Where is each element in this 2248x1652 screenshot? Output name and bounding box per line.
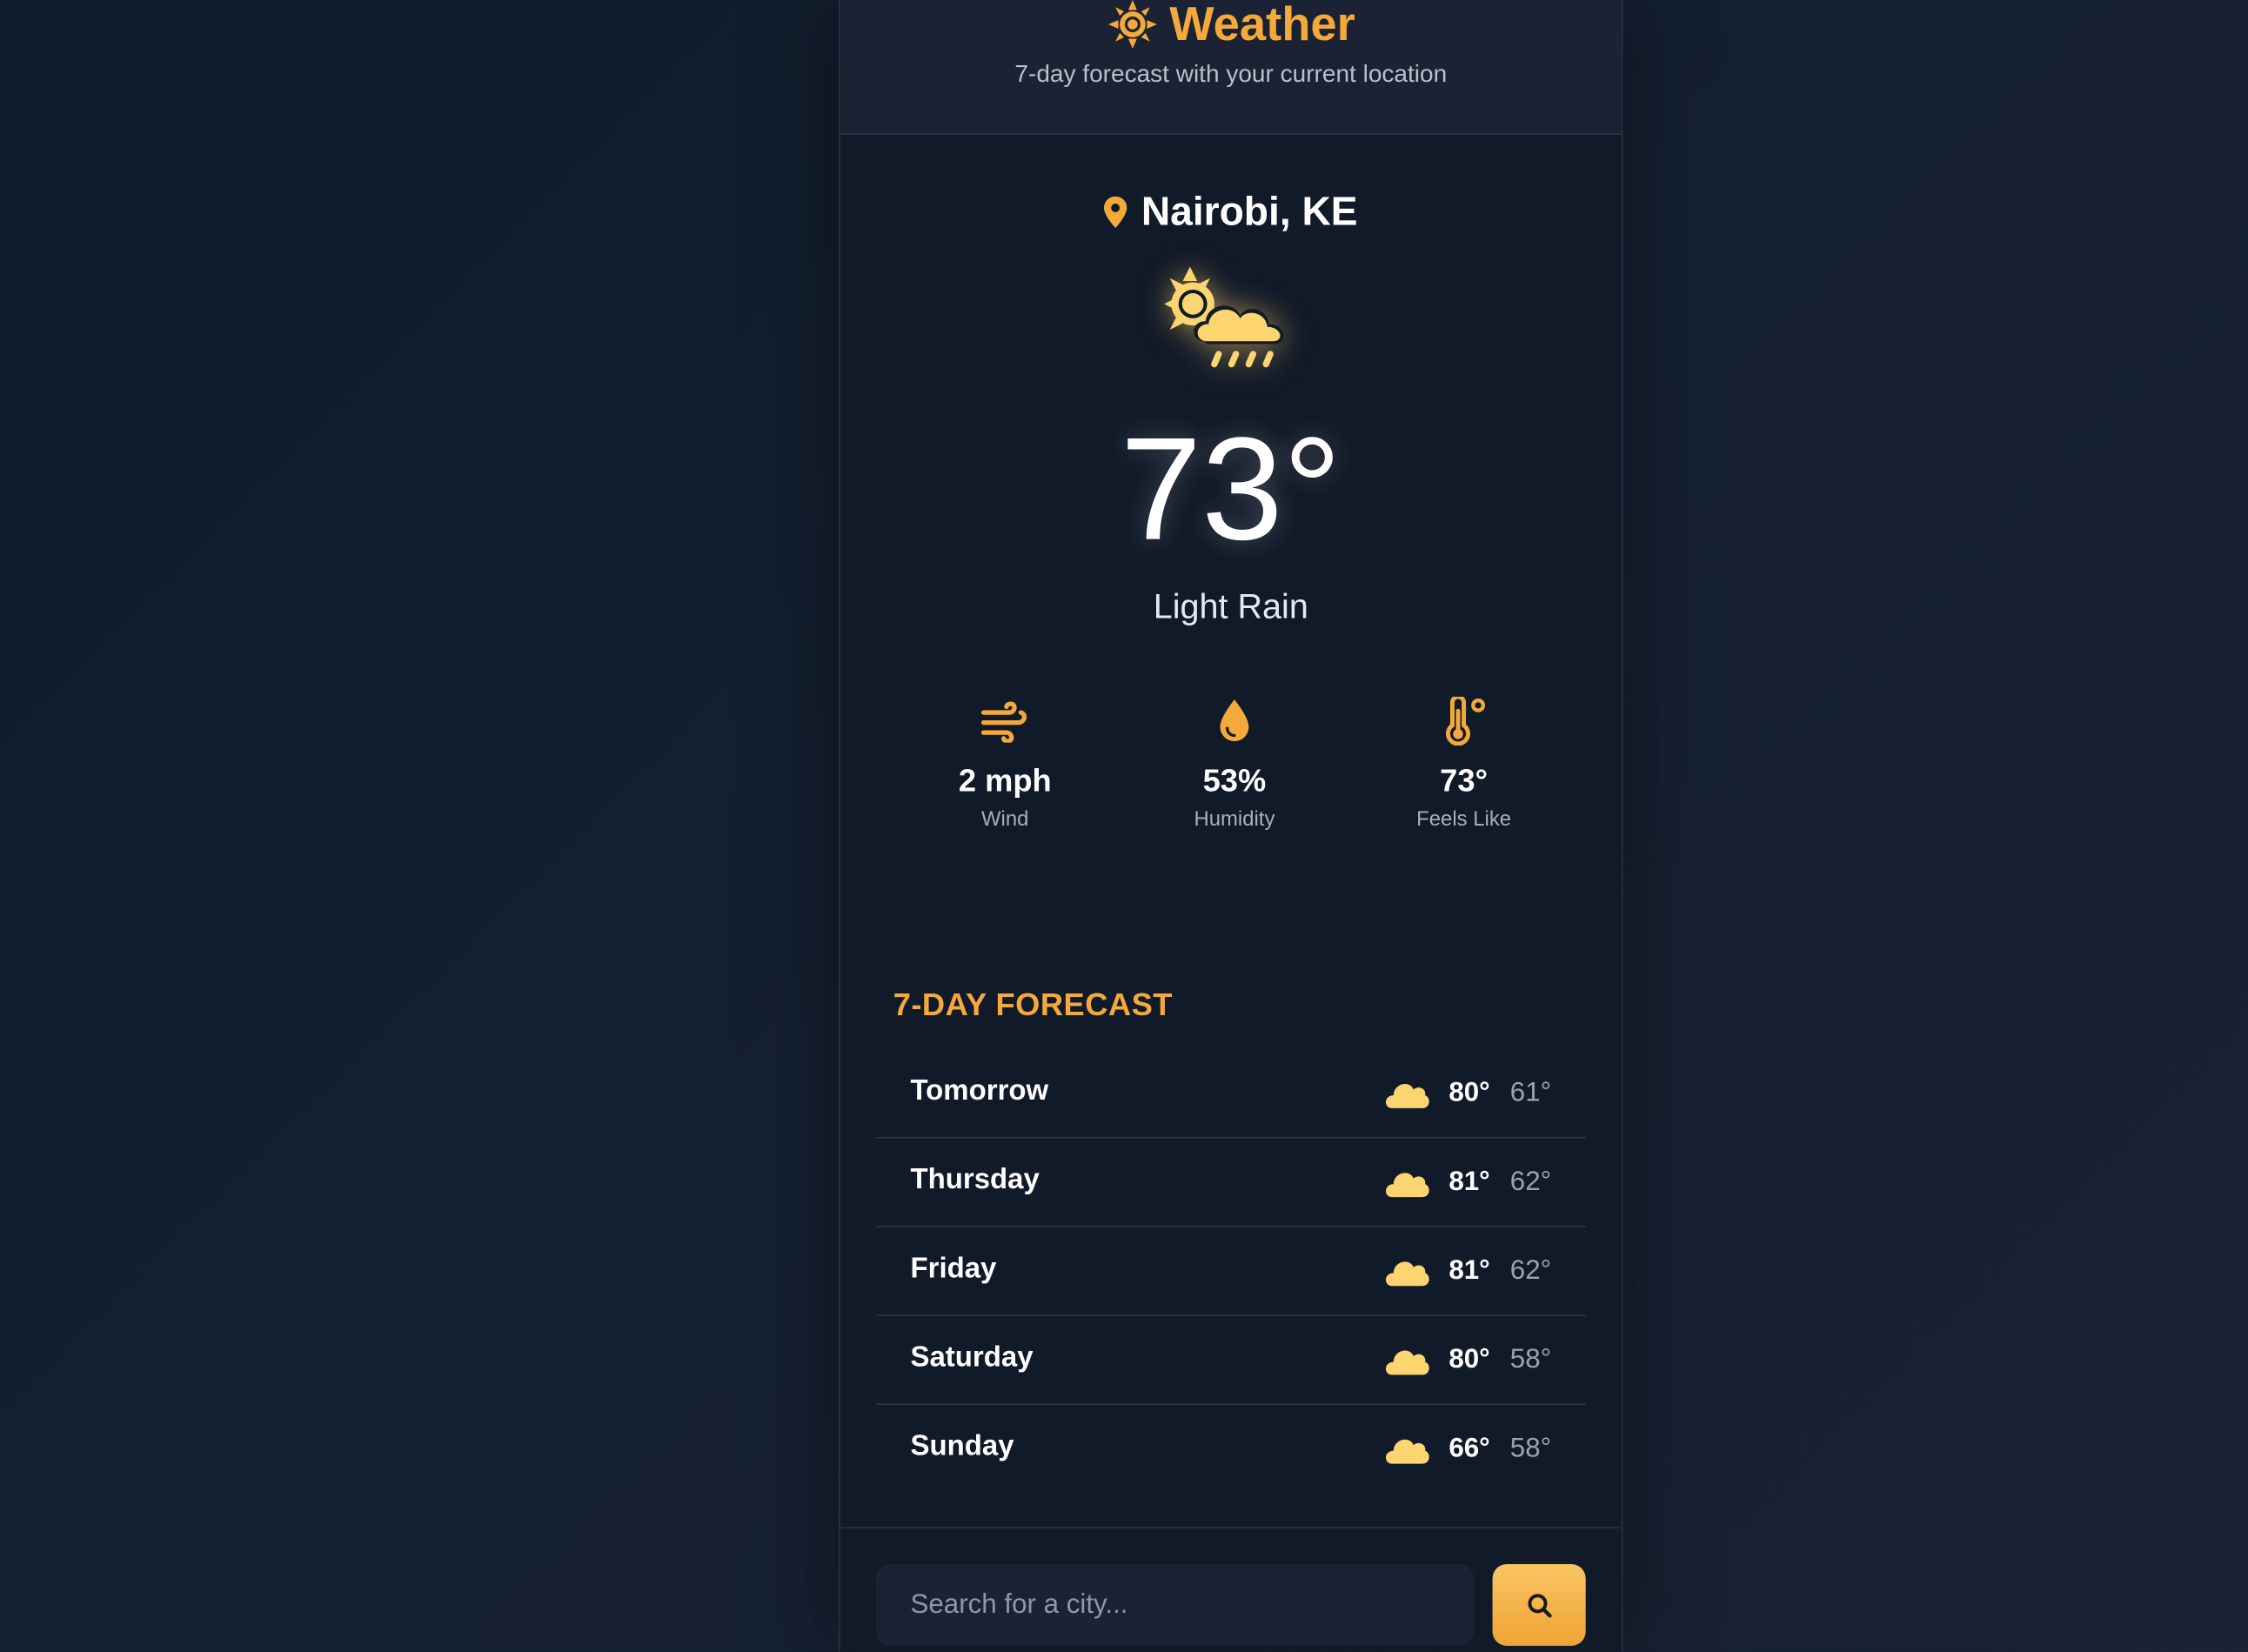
forecast-day: Saturday (910, 1341, 1034, 1374)
cloud-icon (1385, 1172, 1428, 1197)
current-location: Nairobi, KE (840, 184, 1622, 241)
app-subtitle: 7-day forecast with your current locatio… (1014, 60, 1448, 88)
search-button[interactable] (1492, 1563, 1586, 1646)
forecast-low: 61° (1509, 1077, 1552, 1108)
forecast-day: Thursday (910, 1164, 1040, 1196)
forecast-low: 62° (1509, 1254, 1552, 1286)
weather-stats: 2 mph Wind 53% Humidity 73° Feels Like (898, 696, 1572, 840)
app-title: Weather (1169, 0, 1355, 50)
forecast-list: Tomorrow 80° 61° Thursday 81° 62° Friday… (875, 1049, 1586, 1493)
humidity-label: Humidity (1194, 808, 1275, 832)
forecast-low: 58° (1509, 1344, 1552, 1374)
forecast-high: 66° (1448, 1433, 1490, 1463)
feels-like-label: Feels Like (1416, 808, 1512, 832)
forecast-low: 62° (1509, 1166, 1552, 1197)
cloud-icon (1385, 1349, 1428, 1374)
wind-icon (980, 701, 1027, 743)
forecast-low: 58° (1509, 1433, 1552, 1463)
weather-app-panel: Weather 7-day forecast with your current… (839, 0, 1623, 1652)
forecast-row: Tomorrow 80° 61° (875, 1049, 1586, 1139)
app-header: Weather 7-day forecast with your current… (840, 0, 1622, 135)
forecast-row: Thursday 81° 62° (875, 1139, 1586, 1227)
search-icon (1527, 1593, 1551, 1617)
city-search-input[interactable] (875, 1563, 1475, 1646)
forecast-row: Friday 81° 62° (875, 1227, 1586, 1316)
forecast-row: Sunday 66° 58° (876, 1405, 1586, 1493)
sun-icon (1107, 0, 1157, 50)
forecast-high: 80° (1448, 1344, 1490, 1374)
stat-wind: 2 mph Wind (898, 697, 1113, 840)
viewport: Weather 7-day forecast with your current… (0, 0, 2248, 1652)
feels-like-value: 73° (1440, 762, 1489, 799)
forecast-high: 81° (1448, 1254, 1490, 1286)
wind-label: Wind (981, 808, 1029, 832)
cloud-icon (1385, 1261, 1428, 1286)
stat-humidity: 53% Humidity (1127, 697, 1341, 840)
wind-value: 2 mph (958, 762, 1052, 799)
forecast-day: Friday (910, 1253, 997, 1285)
cloud-icon (1385, 1083, 1428, 1108)
forecast-heading: 7-DAY FORECAST (893, 986, 1173, 1023)
humidity-value: 53% (1202, 762, 1267, 799)
map-pin-icon (1104, 196, 1127, 229)
forecast-high: 80° (1448, 1077, 1490, 1108)
stat-feels-like: 73° Feels Like (1356, 696, 1571, 840)
droplet-icon (1220, 699, 1249, 742)
current-condition: Light Rain (1153, 587, 1308, 627)
location-name: Nairobi, KE (1141, 189, 1358, 234)
thermometer-icon (1446, 696, 1485, 746)
forecast-day: Sunday (910, 1430, 1014, 1462)
sun-cloud-rain-icon (1164, 266, 1284, 368)
search-bar (840, 1527, 1622, 1652)
cloud-icon (1385, 1438, 1428, 1463)
brand: Weather (840, 0, 1622, 57)
current-temperature: 73° (1120, 407, 1341, 571)
forecast-day: Tomorrow (910, 1075, 1049, 1107)
forecast-row: Saturday 80° 58° (875, 1316, 1586, 1406)
forecast-high: 81° (1448, 1166, 1490, 1197)
